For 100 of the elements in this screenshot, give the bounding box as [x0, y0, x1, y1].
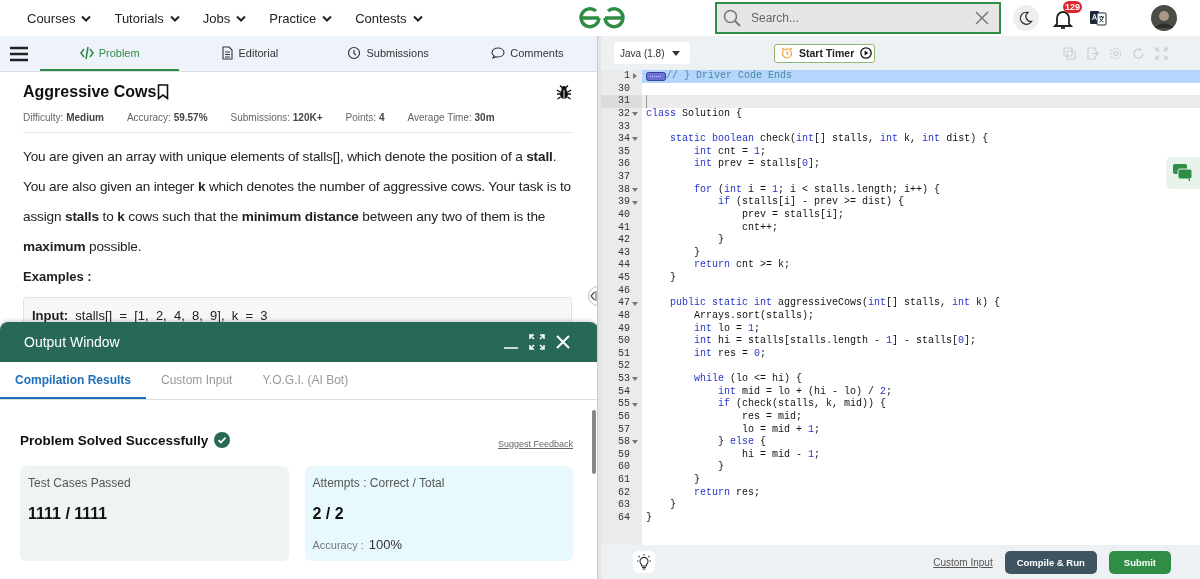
problem-stat: Accuracy: 59.57%: [126, 112, 208, 123]
logo-icon[interactable]: [578, 5, 626, 31]
fold-arrow-icon[interactable]: [631, 111, 638, 118]
line-number: 49: [618, 322, 630, 336]
code-line: int res = 0;: [693, 347, 767, 361]
code-line: return res;: [693, 486, 761, 500]
scrollbar-thumb[interactable]: [592, 410, 596, 474]
language-dropdown[interactable]: Java (1.8): [614, 42, 690, 64]
line-number: 31: [618, 95, 630, 108]
feedback-link[interactable]: Suggest Feedback: [497, 439, 573, 449]
moon-icon: [1019, 11, 1033, 25]
card-label: Test Cases Passed: [28, 476, 132, 490]
play-circle-icon: [860, 47, 873, 59]
folded-code-icon[interactable]: [646, 71, 666, 81]
chevron-down-icon: [321, 13, 334, 23]
card-value: 1111 / 1111: [28, 505, 109, 523]
line-number: 46: [618, 284, 630, 298]
code-line: }: [669, 499, 676, 512]
fold-arrow-icon[interactable]: [631, 186, 638, 193]
line-number: 37: [618, 171, 630, 184]
dark-mode-button[interactable]: [1013, 5, 1039, 31]
lightbulb-icon: [636, 554, 652, 570]
chevron-down-icon: [80, 13, 93, 23]
translate-icon[interactable]: [1089, 9, 1107, 27]
fold-arrow-icon[interactable]: [631, 136, 638, 143]
fold-arrow-icon[interactable]: [631, 376, 638, 383]
line-number: 57: [618, 423, 630, 437]
line-number: 54: [618, 385, 630, 399]
output-tab[interactable]: Compilation Results: [0, 362, 146, 399]
code-line: }: [646, 511, 652, 525]
code-line: class Solution {: [646, 107, 743, 121]
expand-icon[interactable]: [529, 334, 545, 350]
code-line: int lo = 1;: [693, 322, 761, 335]
bookmark-icon[interactable]: [157, 84, 170, 100]
menu-icon[interactable]: [10, 45, 28, 62]
code-line: int mid = lo + (hi - lo) / 2;: [717, 385, 893, 398]
card-label: Attempts : Correct / Total: [312, 476, 446, 490]
code-line: int hi = stalls[stalls.length - 1] - stalls[0];: [693, 335, 977, 348]
problem-tab[interactable]: Comments: [457, 36, 597, 71]
nav-menu[interactable]: Jobs: [202, 10, 248, 26]
nav-menu[interactable]: Tutorials: [114, 10, 181, 26]
code-line: if (check(stalls, k, mid)) {: [717, 398, 887, 411]
line-number: 40: [618, 208, 630, 222]
bell-icon[interactable]: [1053, 8, 1073, 30]
caret-icon: [672, 50, 680, 56]
close-icon[interactable]: [975, 11, 989, 25]
bug-icon[interactable]: [556, 84, 572, 100]
search-field[interactable]: Search...: [715, 2, 1001, 34]
line-number: 47: [618, 297, 630, 310]
fold-arrow-icon[interactable]: [631, 401, 638, 408]
start-timer-button[interactable]: Start Timer: [774, 43, 876, 63]
avatar-icon[interactable]: [1151, 5, 1177, 31]
fold-arrow-icon[interactable]: [631, 199, 638, 206]
problem-tab[interactable]: Problem: [40, 36, 180, 71]
line-number: 43: [618, 246, 630, 260]
line-number: 44: [618, 259, 630, 272]
search-icon: [723, 9, 741, 27]
compile-run-button[interactable]: Compile & Run: [1004, 550, 1097, 574]
chevron-down-icon: [168, 13, 181, 23]
chat-icon[interactable]: [1166, 157, 1200, 189]
code-line: }: [669, 272, 676, 285]
line-number: 58: [618, 436, 630, 449]
custom-input-link[interactable]: Custom Input: [933, 556, 993, 568]
code-line: } else {: [717, 436, 767, 449]
card-value: 2 / 2: [312, 505, 345, 523]
line-number: 42: [618, 234, 630, 247]
code-line: }: [717, 461, 724, 474]
line-number: 34: [618, 133, 630, 146]
fold-arrow-icon[interactable]: [631, 439, 638, 446]
hint-button[interactable]: [633, 551, 655, 573]
fold-arrow-icon[interactable]: [631, 73, 638, 80]
code-line: }: [693, 246, 700, 260]
code-icon: [79, 45, 94, 60]
nav-menu[interactable]: Contests: [355, 10, 424, 26]
check-circle-icon: [214, 432, 231, 448]
nav-menu[interactable]: Practice: [269, 10, 334, 26]
problem-stat: Average Time: 30m: [407, 112, 495, 123]
code-line: if (stalls[i] - prev >= dist) {: [717, 196, 905, 209]
line-number: 64: [618, 511, 630, 525]
problem-tab[interactable]: Editorial: [179, 36, 319, 71]
submit-button[interactable]: Submit: [1108, 550, 1171, 574]
line-number: 45: [618, 272, 630, 285]
line-number: 63: [618, 499, 630, 512]
code-line: }: [717, 234, 724, 247]
nav-menu[interactable]: Courses: [27, 10, 93, 26]
line-number: 48: [618, 309, 630, 323]
line-number: 38: [618, 183, 630, 197]
line-number: 52: [618, 360, 630, 373]
code-line: int cnt = 1;: [693, 145, 767, 158]
problem-tab[interactable]: Submissions: [318, 36, 458, 71]
problem-stat: Submissions: 120K+: [230, 112, 323, 123]
speech-bubble-icon: [491, 45, 506, 60]
chevron-down-icon: [411, 13, 424, 23]
window-title: Output Window: [24, 334, 120, 350]
fold-arrow-icon[interactable]: [631, 300, 638, 307]
examples-heading: Examples :: [23, 269, 93, 284]
code-line: Arrays.sort(stalls);: [693, 309, 815, 323]
line-number: 33: [618, 120, 630, 134]
text-cursor: [646, 95, 647, 108]
code-line: for (int i = 1; i < stalls.length; i++) {: [693, 183, 941, 196]
